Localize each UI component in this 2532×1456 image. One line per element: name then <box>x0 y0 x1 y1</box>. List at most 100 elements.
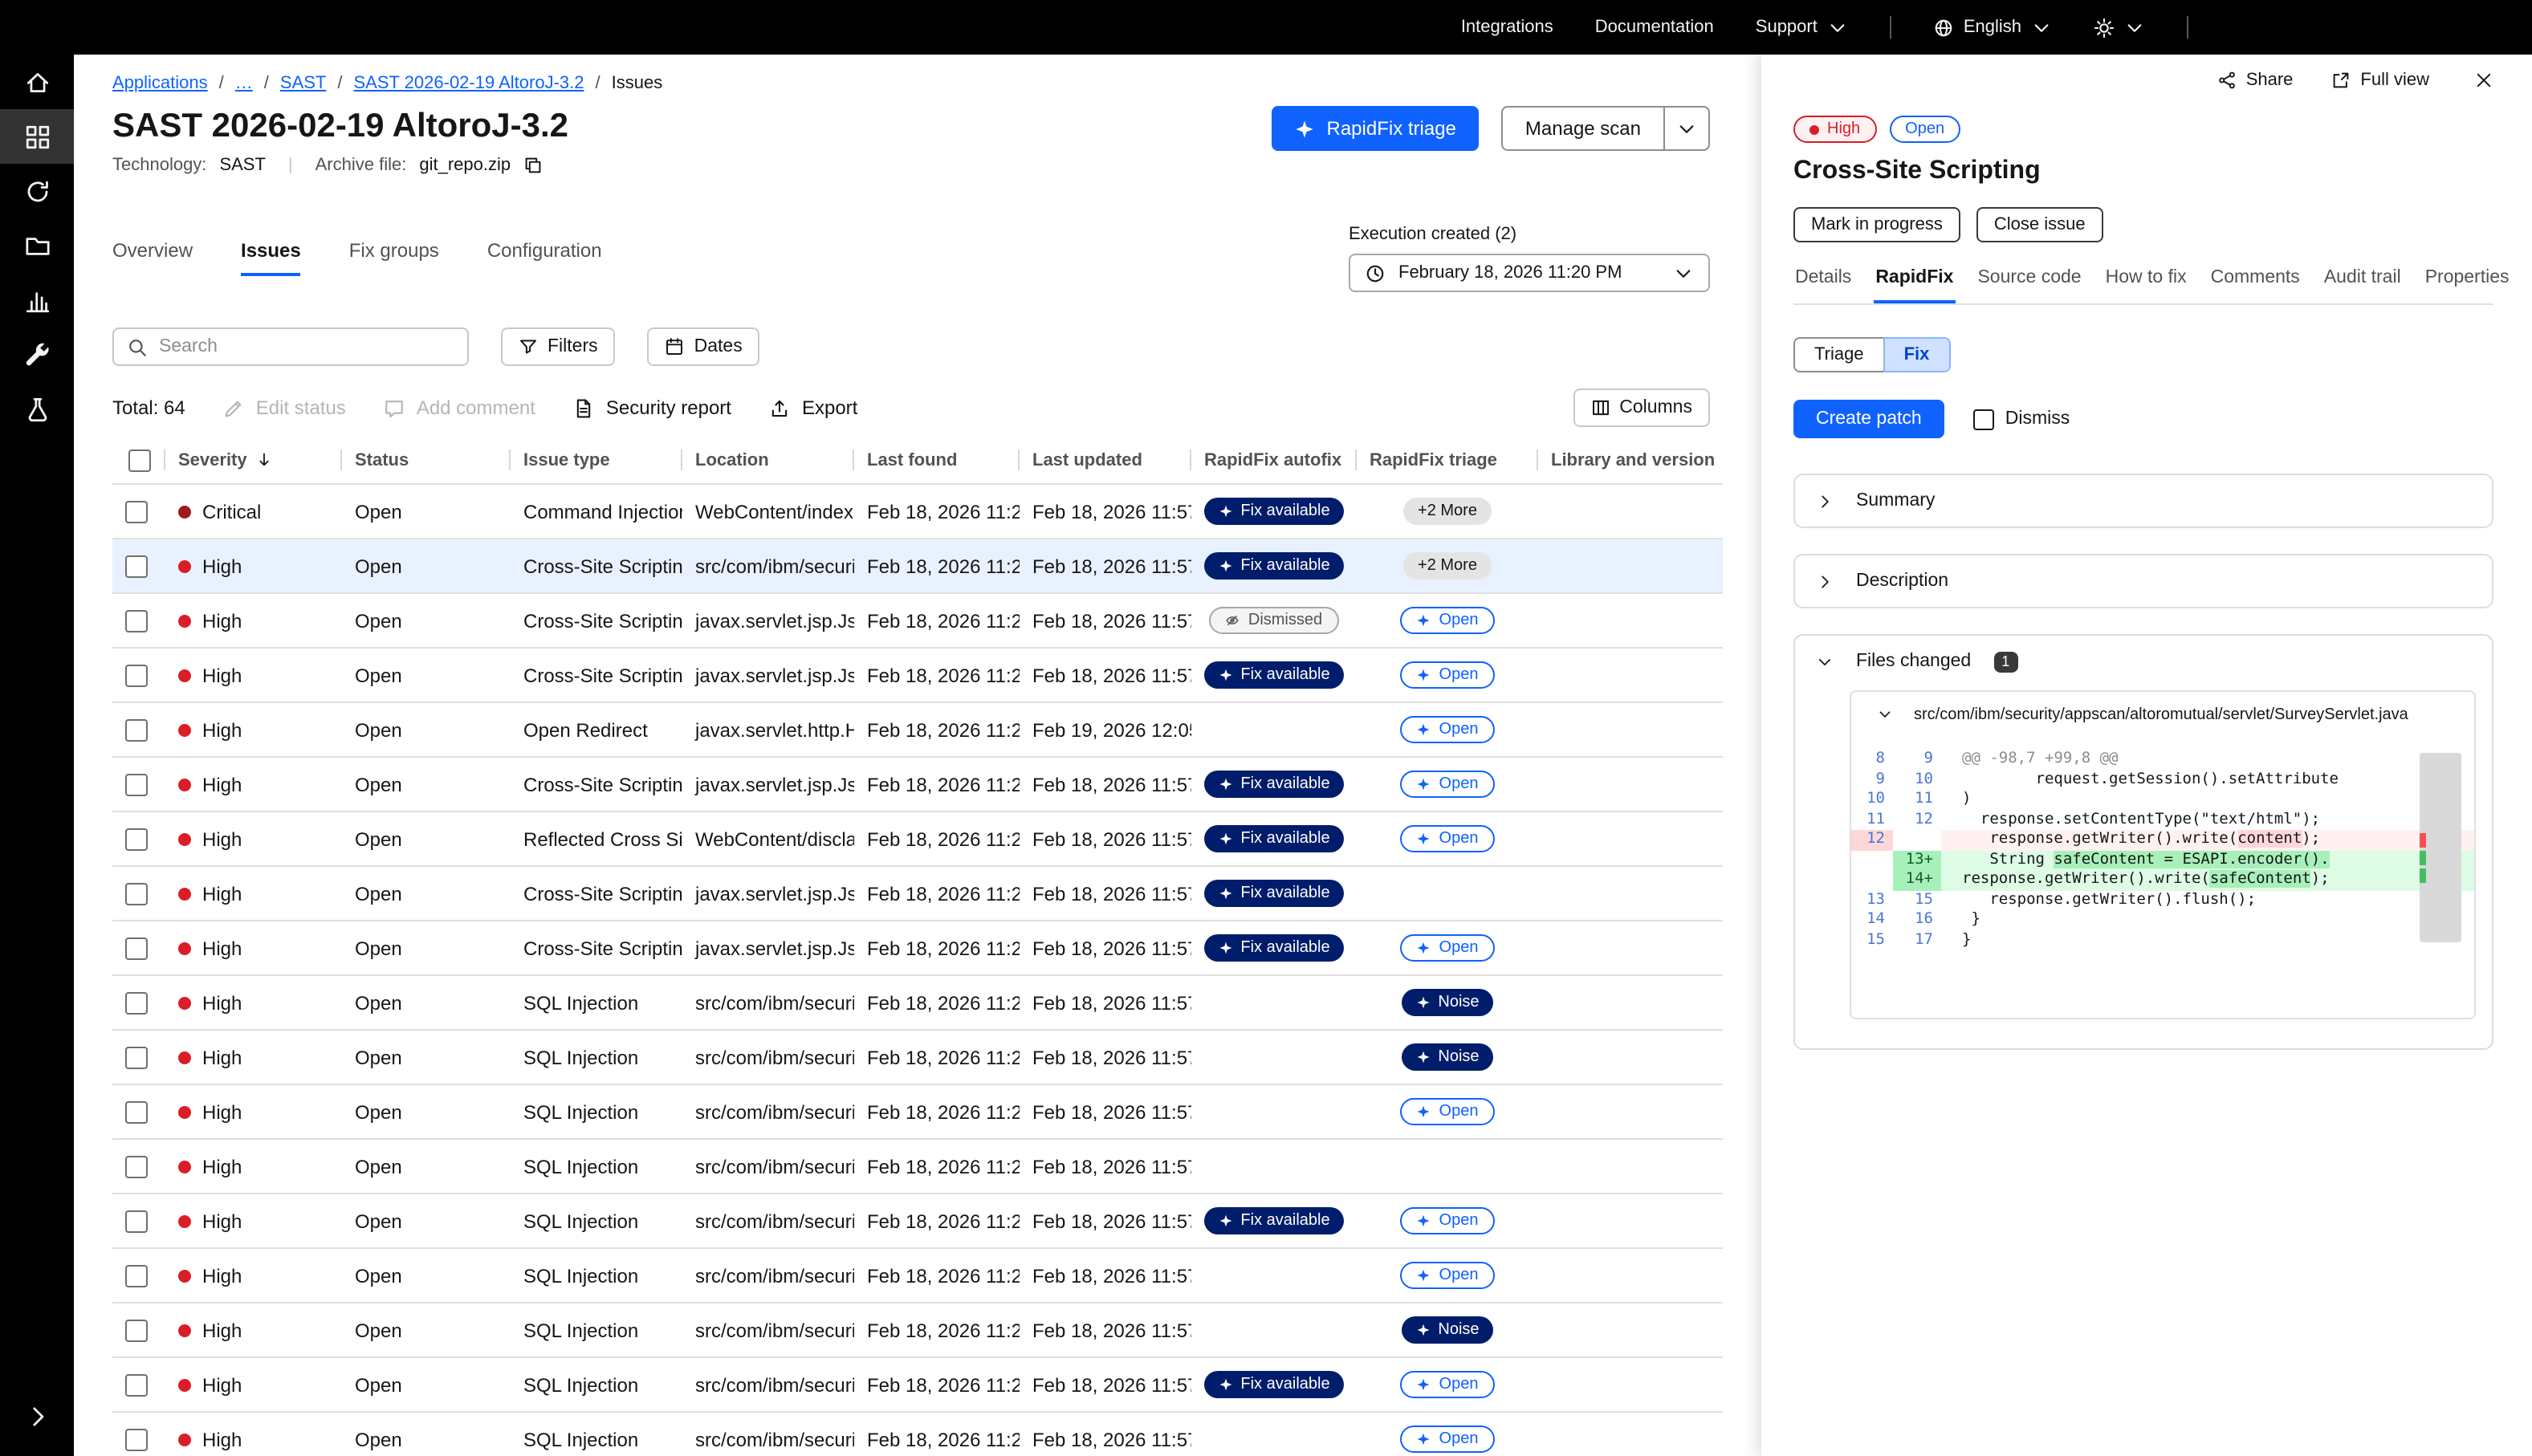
close-issue-button[interactable]: Close issue <box>1976 207 2103 242</box>
open-triage-badge[interactable]: Open <box>1401 1371 1495 1398</box>
new-line-number[interactable]: 14+ <box>1893 870 1941 890</box>
more-badge[interactable]: +2 More <box>1403 498 1492 525</box>
column-header-last-updated[interactable]: Last updated <box>1020 437 1191 483</box>
dismiss-checkbox[interactable] <box>1973 409 1994 429</box>
sidebar-expand-button[interactable] <box>0 1389 74 1443</box>
new-line-number[interactable]: 12 <box>1893 810 1941 830</box>
issue-row[interactable]: HighOpenSQL Injectionsrc/com/ibm/securit… <box>112 976 1723 1031</box>
issue-row[interactable]: HighOpenOpen Redirectjavax.servlet.http.… <box>112 703 1723 758</box>
columns-button[interactable]: Columns <box>1573 388 1710 427</box>
old-line-number[interactable] <box>1851 850 1893 870</box>
breadcrumb-item-overflow[interactable]: … <box>235 74 253 93</box>
noise-badge[interactable]: Noise <box>1401 989 1493 1016</box>
edit-status-button[interactable]: Edit status <box>224 397 346 419</box>
old-line-number[interactable]: 10 <box>1851 790 1893 810</box>
sidebar-item-beaker[interactable] <box>0 382 74 437</box>
new-line-number[interactable]: 11 <box>1893 790 1941 810</box>
new-line-number[interactable] <box>1893 830 1941 850</box>
panel-tab-properties[interactable]: Properties <box>2424 268 2511 303</box>
nav-support[interactable]: Support <box>1756 17 1848 38</box>
old-line-number[interactable]: 9 <box>1851 770 1893 790</box>
close-panel-button[interactable] <box>2474 71 2493 90</box>
old-line-number[interactable]: 13 <box>1851 890 1893 910</box>
new-line-number[interactable]: 15 <box>1893 890 1941 910</box>
code-minimap[interactable] <box>2420 753 2461 942</box>
search-box[interactable] <box>112 327 469 366</box>
column-header-last-found[interactable]: Last found <box>854 437 1020 483</box>
issue-row[interactable]: HighOpenSQL Injectionsrc/com/ibm/securit… <box>112 1358 1723 1413</box>
panel-tab-how-to-fix[interactable]: How to fix <box>2104 268 2188 303</box>
files-changed-header[interactable]: Files changed1 <box>1795 636 2492 687</box>
description-header[interactable]: Description <box>1795 555 2492 607</box>
issue-row[interactable]: HighOpenSQL Injectionsrc/com/ibm/securit… <box>112 1413 1723 1456</box>
row-checkbox[interactable] <box>125 555 148 577</box>
tab-fix-groups[interactable]: Fix groups <box>349 239 439 276</box>
breadcrumb-item-sast-2026-02-19-altoroj-3-2[interactable]: SAST 2026-02-19 AltoroJ-3.2 <box>354 74 584 93</box>
summary-header[interactable]: Summary <box>1795 475 2492 527</box>
sidebar-item-chart[interactable] <box>0 273 74 327</box>
row-checkbox[interactable] <box>125 991 148 1014</box>
panel-tab-details[interactable]: Details <box>1793 268 1853 303</box>
search-input[interactable] <box>159 337 454 356</box>
fix-available-badge[interactable]: Fix available <box>1203 552 1344 580</box>
issue-row[interactable]: HighOpenCross-Site Scriptingjavax.servle… <box>112 867 1723 921</box>
fix-segment[interactable]: Fix <box>1883 337 1951 372</box>
new-line-number[interactable]: 17 <box>1893 930 1941 950</box>
new-line-number[interactable]: 16 <box>1893 910 1941 930</box>
column-header-library-and-version[interactable]: Library and version <box>1538 437 1723 483</box>
fix-available-badge[interactable]: Fix available <box>1203 498 1344 525</box>
issue-row[interactable]: HighOpenSQL Injectionsrc/com/ibm/securit… <box>112 1140 1723 1194</box>
row-checkbox[interactable] <box>125 828 148 850</box>
issue-row[interactable]: HighOpenSQL Injectionsrc/com/ibm/securit… <box>112 1085 1723 1140</box>
row-checkbox[interactable] <box>125 1155 148 1177</box>
security-report-button[interactable]: Security report <box>574 397 731 419</box>
open-triage-badge[interactable]: Open <box>1401 661 1495 689</box>
open-triage-badge[interactable]: Open <box>1401 607 1495 634</box>
row-checkbox[interactable] <box>125 773 148 795</box>
mark-in-progress-button[interactable]: Mark in progress <box>1793 207 1960 242</box>
fix-available-badge[interactable]: Fix available <box>1203 1207 1344 1234</box>
issue-row[interactable]: HighOpenSQL Injectionsrc/com/ibm/securit… <box>112 1249 1723 1303</box>
share-button[interactable]: Share <box>2217 71 2294 90</box>
nav-documentation[interactable]: Documentation <box>1595 18 1714 37</box>
old-line-number[interactable]: 14 <box>1851 910 1893 930</box>
fix-available-badge[interactable]: Fix available <box>1203 825 1344 852</box>
noise-badge[interactable]: Noise <box>1401 1316 1493 1344</box>
row-checkbox[interactable] <box>125 664 148 686</box>
full-view-button[interactable]: Full view <box>2331 71 2429 90</box>
nav-integrations[interactable]: Integrations <box>1461 18 1553 37</box>
noise-badge[interactable]: Noise <box>1401 1043 1493 1071</box>
row-checkbox[interactable] <box>125 1046 148 1068</box>
panel-tab-comments[interactable]: Comments <box>2209 268 2302 303</box>
old-line-number[interactable]: 12 <box>1851 830 1893 850</box>
issue-row[interactable]: HighOpenCross-Site Scriptingsrc/com/ibm/… <box>112 539 1723 594</box>
open-triage-badge[interactable]: Open <box>1401 1098 1495 1125</box>
old-line-number[interactable]: 15 <box>1851 930 1893 950</box>
breadcrumb-item-applications[interactable]: Applications <box>112 74 208 93</box>
select-all-checkbox[interactable] <box>128 449 151 471</box>
issue-row[interactable]: HighOpenReflected Cross Site ScriptingWe… <box>112 812 1723 867</box>
add-comment-button[interactable]: Add comment <box>385 397 535 419</box>
fix-available-badge[interactable]: Fix available <box>1203 661 1344 689</box>
rapidfix-triage-button[interactable]: RapidFix triage <box>1272 106 1479 151</box>
issue-row[interactable]: HighOpenSQL Injectionsrc/com/ibm/securit… <box>112 1194 1723 1249</box>
column-header-severity[interactable]: Severity <box>165 437 342 483</box>
row-checkbox[interactable] <box>125 500 148 523</box>
row-checkbox[interactable] <box>125 882 148 905</box>
row-checkbox[interactable] <box>125 1373 148 1396</box>
fix-available-badge[interactable]: Fix available <box>1203 934 1344 962</box>
column-header-location[interactable]: Location <box>682 437 854 483</box>
sidebar-item-home[interactable] <box>0 55 74 109</box>
new-line-number[interactable]: 10 <box>1893 770 1941 790</box>
sidebar-item-folder[interactable] <box>0 218 74 273</box>
issue-row[interactable]: HighOpenCross-Site Scriptingjavax.servle… <box>112 649 1723 703</box>
column-header-status[interactable]: Status <box>342 437 511 483</box>
dates-button[interactable]: Dates <box>648 327 760 366</box>
panel-tab-audit-trail[interactable]: Audit trail <box>2322 268 2403 303</box>
column-header-rapidfix-triage[interactable]: RapidFix triage <box>1357 437 1538 483</box>
issue-row[interactable]: HighOpenSQL Injectionsrc/com/ibm/securit… <box>112 1031 1723 1085</box>
row-checkbox[interactable] <box>125 1428 148 1450</box>
issue-row[interactable]: CriticalOpenCommand InjectionWebContent/… <box>112 485 1723 539</box>
tab-overview[interactable]: Overview <box>112 239 193 276</box>
tab-configuration[interactable]: Configuration <box>487 239 602 276</box>
